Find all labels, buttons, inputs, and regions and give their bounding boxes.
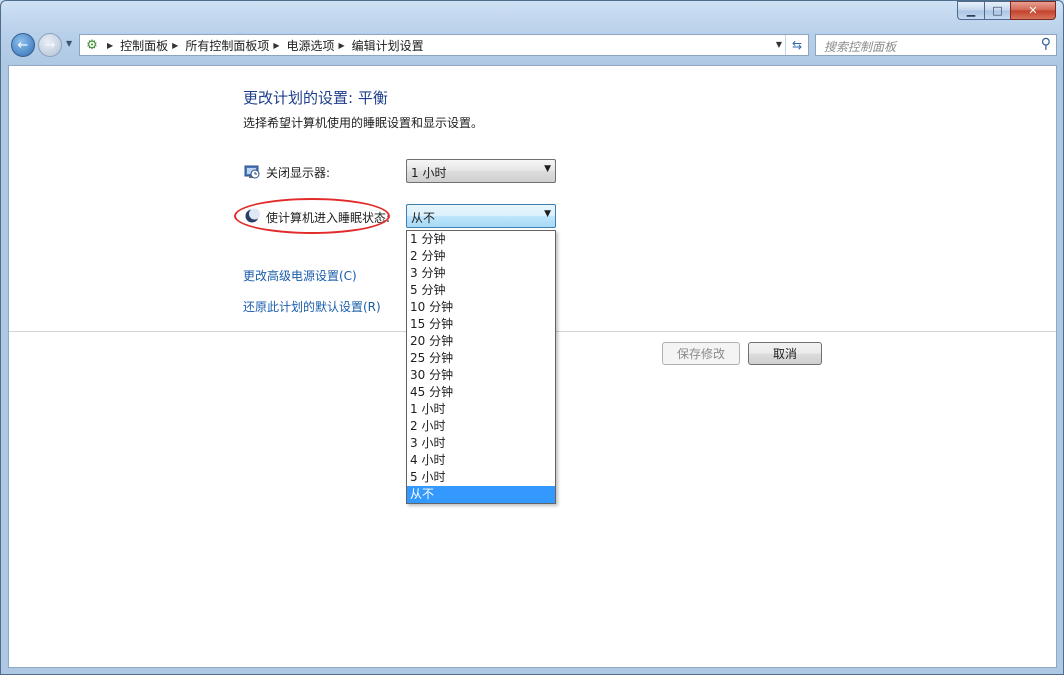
navigation-bar: ← → ▼ ⚙ ▶ 控制面板 ▶ 所有控制面板项 ▶ 电源选项 ▶ 编辑计划设置… [9,33,1057,59]
breadcrumb: ▶ 控制面板 ▶ 所有控制面板项 ▶ 电源选项 ▶ 编辑计划设置 [103,37,424,54]
dropdown-option-1-min[interactable]: 1 分钟 [407,231,555,248]
window-left-border [1,65,8,668]
display-off-value: 1 小时 [411,166,447,180]
back-arrow-icon: ← [17,37,29,53]
annotation-red-ellipse [234,198,390,234]
address-bar[interactable]: ⚙ ▶ 控制面板 ▶ 所有控制面板项 ▶ 电源选项 ▶ 编辑计划设置 ▼ ⇆ [79,34,809,56]
dropdown-option-5-hours[interactable]: 5 小时 [407,469,555,486]
dropdown-option-never[interactable]: 从不 [407,486,555,503]
dropdown-option-4-hours[interactable]: 4 小时 [407,452,555,469]
breadcrumb-control-panel[interactable]: 控制面板 [120,37,168,54]
chevron-down-icon: ▼ [544,209,551,219]
advanced-power-settings-link[interactable]: 更改高级电源设置(C) [243,267,357,284]
minimize-icon: ▁ [966,4,976,17]
dropdown-option-20-min[interactable]: 20 分钟 [407,333,555,350]
refresh-button[interactable]: ⇆ [785,35,808,55]
dropdown-option-15-min[interactable]: 15 分钟 [407,316,555,333]
maximize-button[interactable]: □ [984,1,1010,20]
breadcrumb-all-items[interactable]: 所有控制面板项 [185,37,269,54]
chevron-right-icon[interactable]: ▶ [172,41,178,50]
dropdown-option-2-min[interactable]: 2 分钟 [407,248,555,265]
page-title: 更改计划的设置: 平衡 [243,89,388,107]
refresh-icon: ⇆ [791,38,803,52]
maximize-icon: □ [992,4,1003,17]
chevron-right-icon[interactable]: ▶ [107,41,113,50]
dropdown-option-1-hour[interactable]: 1 小时 [407,401,555,418]
forward-button[interactable]: → [38,33,62,57]
back-button[interactable]: ← [11,33,35,57]
chevron-right-icon[interactable]: ▶ [339,41,345,50]
monitor-clock-icon [244,165,260,179]
dropdown-option-45-min[interactable]: 45 分钟 [407,384,555,401]
save-changes-button[interactable]: 保存修改 [662,342,740,365]
search-placeholder: 搜索控制面板 [824,40,897,54]
close-button[interactable]: ✕ [1010,1,1056,20]
page-subtitle: 选择希望计算机使用的睡眠设置和显示设置。 [243,116,484,130]
dropdown-option-25-min[interactable]: 25 分钟 [407,350,555,367]
dropdown-option-3-hours[interactable]: 3 小时 [407,435,555,452]
search-icon[interactable]: ⚲ [1041,36,1051,52]
search-box[interactable]: 搜索控制面板 ⚲ [815,34,1057,56]
address-history-dropdown-icon[interactable]: ▼ [776,40,782,49]
restore-defaults-link[interactable]: 还原此计划的默认设置(R) [243,298,381,315]
control-panel-window: ▁ □ ✕ ← → ▼ ⚙ ▶ 控制面板 ▶ 所有控制面板项 ▶ 电源选项 ▶ … [0,0,1064,675]
breadcrumb-power-options[interactable]: 电源选项 [287,37,335,54]
breadcrumb-edit-plan[interactable]: 编辑计划设置 [352,37,424,54]
close-icon: ✕ [1028,4,1038,17]
sleep-dropdown-list: 1 分钟 2 分钟 3 分钟 5 分钟 10 分钟 15 分钟 20 分钟 25… [406,230,556,504]
dropdown-option-3-min[interactable]: 3 分钟 [407,265,555,282]
forward-arrow-icon: → [44,37,56,53]
sleep-value: 从不 [411,211,436,225]
dropdown-option-2-hours[interactable]: 2 小时 [407,418,555,435]
display-off-label: 关闭显示器: [266,166,331,180]
dropdown-option-10-min[interactable]: 10 分钟 [407,299,555,316]
minimize-button[interactable]: ▁ [957,1,984,20]
dropdown-option-5-min[interactable]: 5 分钟 [407,282,555,299]
sleep-select[interactable]: 从不 ▼ [406,204,556,228]
recent-pages-dropdown-icon[interactable]: ▼ [66,39,72,48]
cancel-button[interactable]: 取消 [748,342,822,365]
chevron-right-icon[interactable]: ▶ [273,41,279,50]
content-area: 更改计划的设置: 平衡 选择希望计算机使用的睡眠设置和显示设置。 关闭显示器: … [8,65,1057,668]
chevron-down-icon: ▼ [544,164,551,174]
control-panel-icon: ⚙ [86,37,98,53]
display-off-select[interactable]: 1 小时 ▼ [406,159,556,183]
caption-buttons: ▁ □ ✕ [957,1,1056,20]
dropdown-option-30-min[interactable]: 30 分钟 [407,367,555,384]
